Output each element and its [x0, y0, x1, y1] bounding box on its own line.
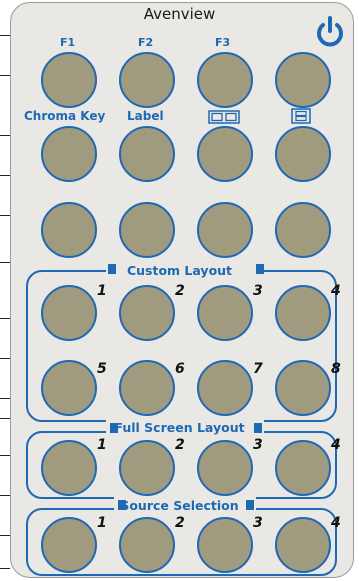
- full-number-1: 1: [97, 437, 107, 453]
- custom-number-8: 8: [331, 361, 341, 377]
- custom-number-1: 1: [97, 283, 107, 299]
- brand-title: Avenview: [143, 5, 216, 23]
- custom-layout-button-2[interactable]: [119, 285, 175, 341]
- custom-layout-button-6[interactable]: [119, 360, 175, 416]
- custom-layout-button-8[interactable]: [275, 360, 331, 416]
- f2-label: F2: [138, 36, 154, 49]
- custom-number-3: 3: [253, 283, 263, 299]
- source-number-4: 4: [331, 515, 341, 531]
- split-layout-button[interactable]: [275, 126, 331, 182]
- power-icon: [317, 16, 343, 47]
- left-edge-lines: [0, 0, 10, 581]
- f3-button[interactable]: [197, 52, 253, 108]
- custom-number-4: 4: [331, 283, 341, 299]
- chroma-key-label: Chroma Key: [24, 109, 106, 123]
- full-screen-button-4[interactable]: [275, 440, 331, 496]
- full-number-2: 2: [175, 437, 185, 453]
- custom-number-6: 6: [175, 361, 185, 377]
- row3-button-1[interactable]: [41, 202, 97, 258]
- custom-number-2: 2: [175, 283, 185, 299]
- f3-label: F3: [215, 36, 231, 49]
- label-label: Label: [127, 109, 164, 123]
- row3-button-3[interactable]: [197, 202, 253, 258]
- f1-button[interactable]: [41, 52, 97, 108]
- source-button-3[interactable]: [197, 517, 253, 573]
- label-button[interactable]: [119, 126, 175, 182]
- custom-layout-button-7[interactable]: [197, 360, 253, 416]
- f2-button[interactable]: [119, 52, 175, 108]
- custom-layout-button-4[interactable]: [275, 285, 331, 341]
- row3-button-2[interactable]: [119, 202, 175, 258]
- custom-layout-button-5[interactable]: [41, 360, 97, 416]
- source-number-3: 3: [253, 515, 263, 531]
- full-screen-button-3[interactable]: [197, 440, 253, 496]
- f1-label: F1: [60, 36, 76, 49]
- custom-number-5: 5: [97, 361, 107, 377]
- source-button-2[interactable]: [119, 517, 175, 573]
- custom-layout-title: Custom Layout: [126, 263, 233, 278]
- custom-layout-button-1[interactable]: [41, 285, 97, 341]
- side-by-side-layout-icon: [208, 110, 240, 124]
- full-number-3: 3: [253, 437, 263, 453]
- source-selection-title: Source Selection: [120, 498, 239, 513]
- full-screen-button-2[interactable]: [119, 440, 175, 496]
- chroma-key-button[interactable]: [41, 126, 97, 182]
- full-screen-button-1[interactable]: [41, 440, 97, 496]
- full-number-4: 4: [331, 437, 341, 453]
- full-screen-layout-title: Full Screen Layout: [114, 420, 245, 435]
- source-number-2: 2: [175, 515, 185, 531]
- source-button-4[interactable]: [275, 517, 331, 573]
- row1-button-4[interactable]: [275, 52, 331, 108]
- row3-button-4[interactable]: [275, 202, 331, 258]
- dual-layout-button[interactable]: [197, 126, 253, 182]
- custom-layout-button-3[interactable]: [197, 285, 253, 341]
- custom-number-7: 7: [253, 361, 263, 377]
- power-button[interactable]: [313, 15, 347, 49]
- source-number-1: 1: [97, 515, 107, 531]
- top-bottom-layout-icon: [291, 108, 311, 124]
- source-button-1[interactable]: [41, 517, 97, 573]
